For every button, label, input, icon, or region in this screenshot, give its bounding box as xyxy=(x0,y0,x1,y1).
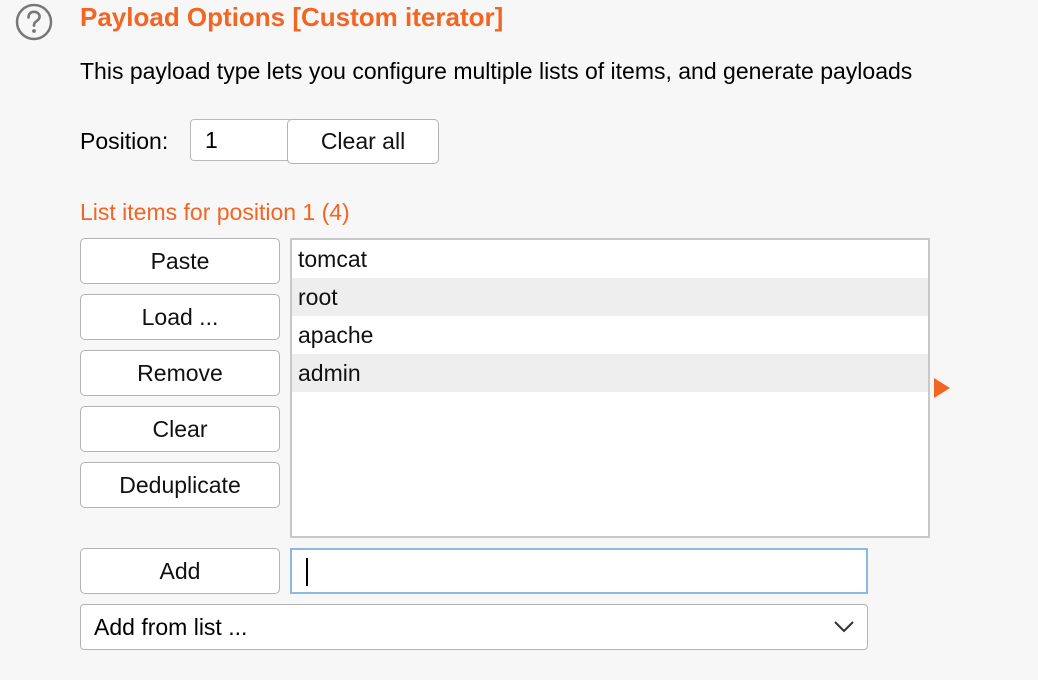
list-item[interactable]: root xyxy=(292,278,928,316)
chevron-down-icon xyxy=(834,621,854,633)
load-button[interactable]: Load ... xyxy=(80,294,280,340)
list-item[interactable]: tomcat xyxy=(292,240,928,278)
clear-button[interactable]: Clear xyxy=(80,406,280,452)
payload-list[interactable]: tomcat root apache admin xyxy=(290,238,930,538)
question-circle-icon[interactable] xyxy=(14,2,54,42)
text-caret xyxy=(306,558,308,586)
section-description: This payload type lets you configure mul… xyxy=(80,58,913,84)
position-select[interactable]: 1 xyxy=(190,119,294,161)
remove-button[interactable]: Remove xyxy=(80,350,280,396)
arrow-right-icon xyxy=(934,378,950,398)
clear-all-button[interactable]: Clear all xyxy=(287,119,439,164)
add-from-list-select[interactable]: Add from list ... xyxy=(80,604,868,650)
add-from-list-label: Add from list ... xyxy=(94,614,248,640)
section-title: Payload Options [Custom iterator] xyxy=(80,2,504,32)
add-item-input[interactable] xyxy=(290,548,868,594)
list-item[interactable]: admin xyxy=(292,354,928,392)
list-heading: List items for position 1 (4) xyxy=(80,199,350,225)
deduplicate-button[interactable]: Deduplicate xyxy=(80,462,280,508)
list-item[interactable]: apache xyxy=(292,316,928,354)
add-button[interactable]: Add xyxy=(80,548,280,594)
position-label: Position: xyxy=(80,128,169,154)
paste-button[interactable]: Paste xyxy=(80,238,280,284)
